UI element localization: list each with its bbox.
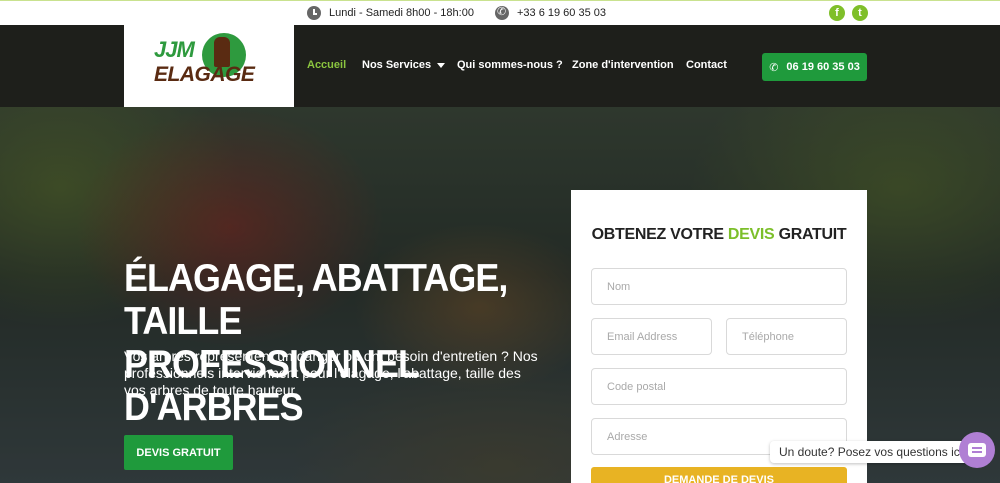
opening-hours: Lundi - Samedi 8h00 - 18h:00: [307, 6, 474, 20]
chat-icon: [968, 443, 986, 457]
phone-icon: ✆: [769, 60, 779, 74]
facebook-icon[interactable]: f: [829, 5, 845, 21]
email-input[interactable]: [591, 318, 712, 355]
opening-hours-text: Lundi - Samedi 8h00 - 18h:00: [329, 7, 474, 19]
form-title-after: GRATUIT: [778, 226, 847, 243]
devis-gratuit-button[interactable]: DEVIS GRATUIT: [124, 435, 233, 470]
nav-accueil[interactable]: Accueil: [307, 59, 346, 71]
top-phone[interactable]: +33 6 19 60 35 03: [495, 5, 606, 20]
logo[interactable]: JJM ELAGAGE: [124, 25, 294, 107]
phone-icon: [495, 5, 509, 20]
tumblr-icon[interactable]: t: [852, 5, 868, 21]
logo-text-elagage: ELAGAGE: [154, 63, 255, 86]
top-info-bar: Lundi - Samedi 8h00 - 18h:00 +33 6 19 60…: [0, 0, 1000, 25]
site-header: JJM ELAGAGE Accueil Nos Services Qui som…: [0, 25, 1000, 107]
chat-prompt[interactable]: Un doute? Posez vos questions ici: [770, 441, 972, 463]
call-button[interactable]: ✆ 06 19 60 35 03: [762, 53, 867, 81]
hero-description: Vos arbres représentent un danger ou ont…: [124, 348, 538, 398]
call-button-label: 06 19 60 35 03: [786, 61, 860, 73]
nav-nos-services[interactable]: Nos Services: [362, 59, 446, 71]
form-title: OBTENEZ VOTRE DEVIS GRATUIT: [571, 226, 867, 244]
form-title-highlight: DEVIS: [727, 226, 775, 243]
top-phone-text[interactable]: +33 6 19 60 35 03: [517, 7, 606, 19]
chevron-down-icon: [437, 62, 446, 68]
clock-icon: [307, 6, 321, 20]
hero-title-line-1: ÉLAGAGE, ABATTAGE, TAILLE: [124, 257, 508, 343]
chat-button[interactable]: [959, 432, 995, 468]
postal-code-input[interactable]: [591, 368, 847, 405]
hero-section: ÉLAGAGE, ABATTAGE, TAILLE PROFESSIONNEL …: [0, 107, 1000, 483]
nav-contact[interactable]: Contact: [686, 59, 727, 71]
submit-quote-button[interactable]: DEMANDE DE DEVIS: [591, 467, 847, 483]
name-input[interactable]: [591, 268, 847, 305]
logo-text-jjm: JJM: [154, 37, 195, 62]
phone-input[interactable]: [726, 318, 847, 355]
form-title-before: OBTENEZ VOTRE: [591, 226, 724, 243]
nav-zone-intervention[interactable]: Zone d'intervention: [572, 59, 674, 71]
nav-nos-services-label: Nos Services: [362, 59, 432, 71]
nav-qui-sommes-nous[interactable]: Qui sommes-nous ?: [457, 59, 563, 71]
hero-title: ÉLAGAGE, ABATTAGE, TAILLE PROFESSIONNEL …: [124, 257, 529, 429]
quote-form: OBTENEZ VOTRE DEVIS GRATUIT DEMANDE DE D…: [571, 190, 867, 483]
